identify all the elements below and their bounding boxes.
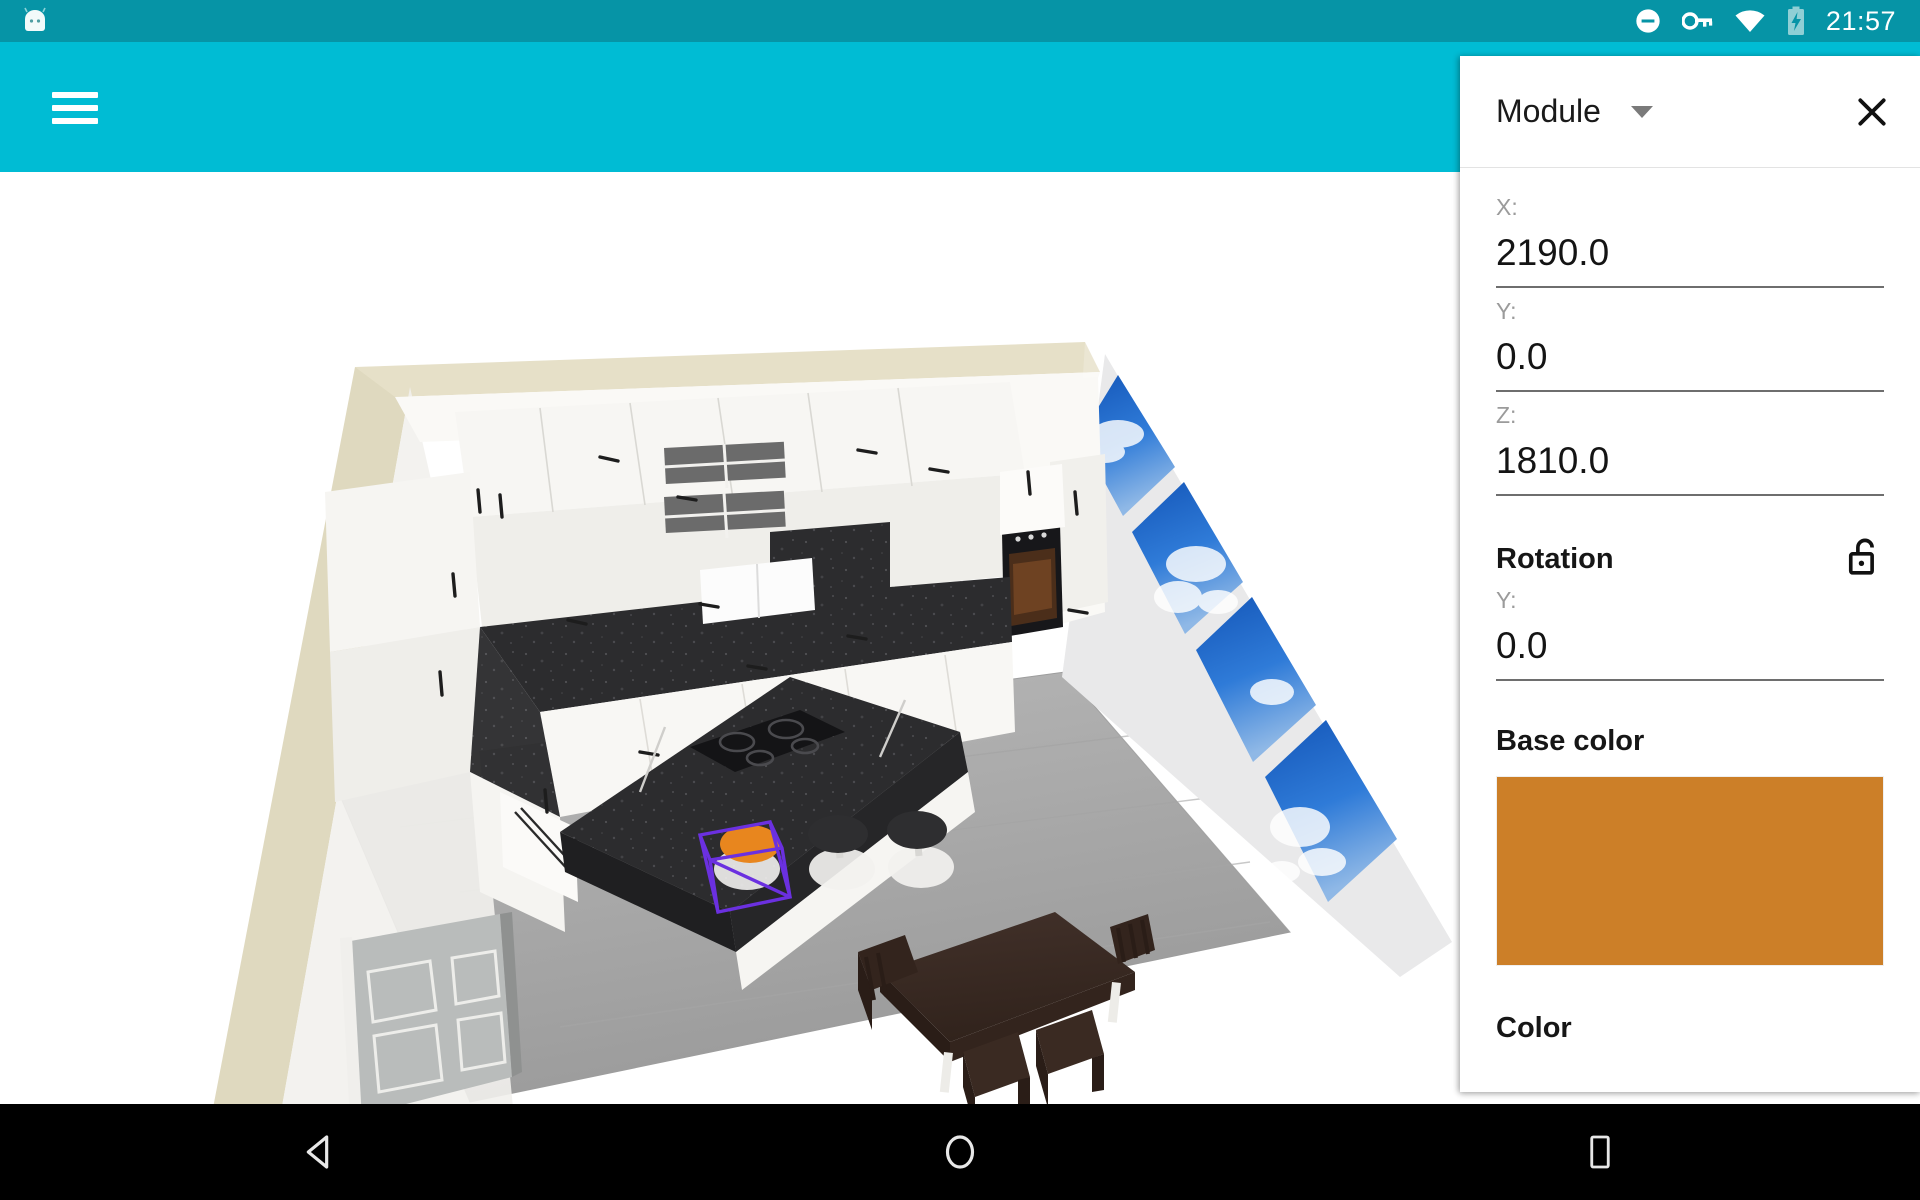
close-icon[interactable]	[1852, 92, 1892, 132]
status-clock: 21:57	[1825, 5, 1896, 36]
status-bar: 21:57	[0, 0, 1920, 42]
panel-title: Module	[1496, 93, 1601, 129]
do-not-disturb-icon	[1636, 9, 1660, 33]
field-label-y: Y:	[1496, 298, 1517, 324]
android-navigation-bar	[0, 1104, 1920, 1200]
back-button[interactable]	[260, 1104, 380, 1200]
panel-header: Module	[1460, 56, 1920, 168]
position-field-x: X: 2190.0	[1496, 190, 1884, 288]
module-properties-panel: Module X: 2190.0 Y: 0.0 Z: 1810.0 Rotati…	[1460, 56, 1920, 1092]
home-button[interactable]	[900, 1104, 1020, 1200]
module-type-dropdown[interactable]: Module	[1496, 93, 1653, 130]
rotation-label-y: Y:	[1496, 587, 1517, 613]
rotation-title: Rotation	[1496, 543, 1614, 575]
left-cabinets	[325, 472, 480, 652]
field-input-y[interactable]: 0.0	[1496, 328, 1884, 392]
base-color-title: Base color	[1496, 725, 1645, 757]
battery-charging-icon	[1787, 6, 1804, 35]
vpn-key-icon	[1681, 12, 1713, 30]
lock-open-icon[interactable]	[1846, 536, 1884, 583]
field-label-x: X:	[1496, 194, 1518, 220]
panel-body: X: 2190.0 Y: 0.0 Z: 1810.0 Rotation Y: 0…	[1460, 168, 1920, 1092]
android-mascot-icon	[24, 7, 46, 31]
hamburger-menu-icon[interactable]	[52, 92, 98, 124]
chevron-down-icon[interactable]	[1630, 105, 1653, 118]
position-field-y: Y: 0.0	[1496, 294, 1884, 392]
field-input-x[interactable]: 2190.0	[1496, 224, 1884, 288]
recents-button[interactable]	[1540, 1104, 1660, 1200]
rotation-section-header: Rotation	[1496, 536, 1884, 583]
field-input-z[interactable]: 1810.0	[1496, 432, 1884, 496]
field-label-z: Z:	[1496, 402, 1517, 428]
base-color-swatch[interactable]	[1496, 776, 1884, 966]
entry-door	[340, 912, 522, 1104]
position-field-z: Z: 1810.0	[1496, 398, 1884, 496]
rotation-input-y[interactable]: 0.0	[1496, 617, 1884, 681]
color-title: Color	[1496, 1012, 1572, 1044]
wifi-icon	[1735, 10, 1765, 33]
rotation-field-y: Y: 0.0	[1496, 583, 1884, 681]
